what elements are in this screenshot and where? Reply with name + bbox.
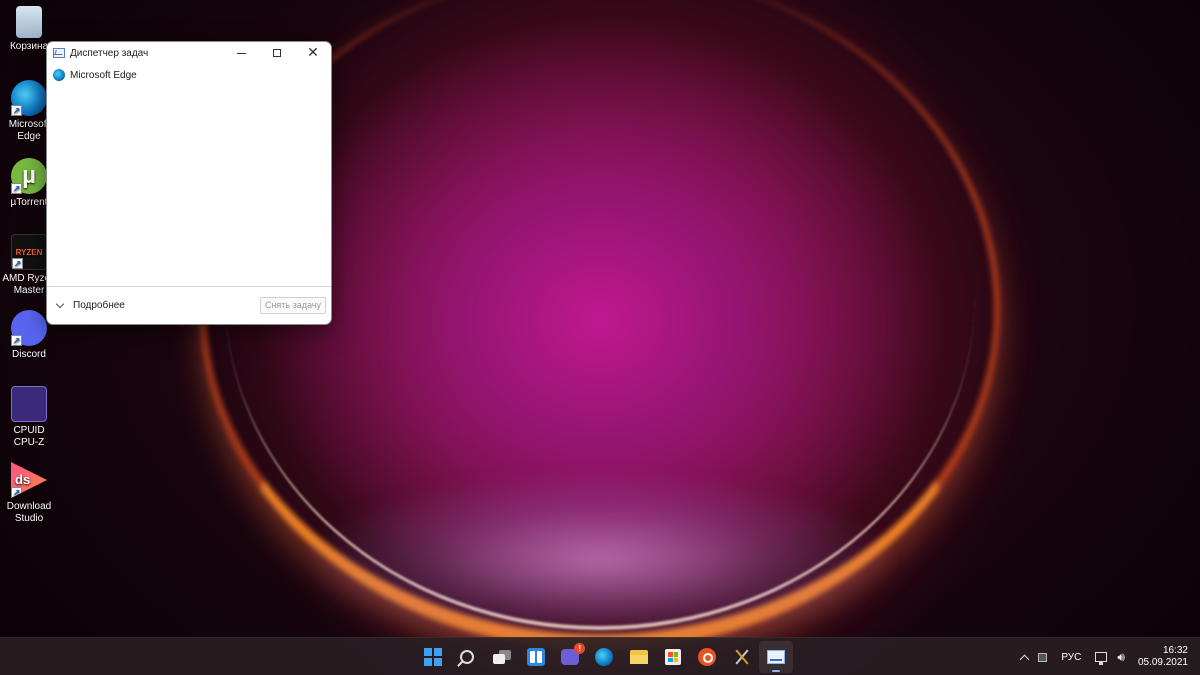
clock-date: 05.09.2021 [1137, 657, 1188, 668]
network-button[interactable] [1090, 641, 1112, 673]
shortcut-arrow-icon: ↗ [11, 183, 22, 194]
close-icon: ✕ [307, 45, 319, 61]
ryzen-master-icon: RYZEN ↗ [11, 234, 47, 270]
language-indicator[interactable]: РУС [1052, 641, 1090, 673]
desktop-icon-cpuz[interactable]: CPUID CPU-Z [0, 386, 58, 449]
shortcut-arrow-icon: ↗ [11, 487, 22, 498]
process-name: Microsoft Edge [70, 69, 137, 81]
task-manager-taskbar-button[interactable] [758, 641, 793, 673]
network-icon [1095, 652, 1108, 665]
widgets-button[interactable] [519, 641, 553, 673]
shortcut-arrow-icon: ↗ [11, 105, 22, 116]
desktop-icon-label: Discord [12, 349, 46, 360]
taskbar: ! РУС 🔊︎ 16:32 05.09.2021 [0, 637, 1200, 675]
task-view-icon [492, 650, 511, 664]
folder-icon [629, 650, 648, 664]
close-button[interactable]: ✕ [295, 42, 331, 64]
start-button[interactable] [416, 641, 450, 673]
maximize-icon [273, 49, 281, 57]
search-icon [460, 650, 475, 664]
system-tray: РУС 🔊︎ 16:32 05.09.2021 [1016, 638, 1200, 675]
download-studio-icon: ds ↗ [11, 462, 47, 498]
window-controls: ✕ [223, 42, 331, 64]
task-view-button[interactable] [485, 641, 519, 673]
search-button[interactable] [450, 641, 484, 673]
minimize-button[interactable] [223, 42, 259, 64]
clock-time: 16:32 [1162, 645, 1188, 656]
window-footer: Подробнее Снять задачу [47, 286, 331, 324]
utorrent-icon: µ ↗ [11, 158, 47, 194]
edge-icon [53, 69, 65, 81]
tray-app-icon [1038, 652, 1048, 662]
desktop-icon-label: CPUID CPU-Z [13, 425, 45, 448]
desktop-icon-label: Download Studio [6, 501, 52, 524]
show-hidden-icons-button[interactable] [1016, 641, 1033, 673]
notification-badge: ! [574, 643, 586, 654]
process-row[interactable]: Microsoft Edge [47, 64, 331, 86]
minimize-icon [236, 52, 246, 54]
more-details-button[interactable]: Подробнее [73, 300, 125, 311]
desktop-icon-download-studio[interactable]: ds ↗ Download Studio [0, 462, 58, 525]
chevron-up-icon [1019, 654, 1030, 664]
window-title: Диспетчер задач [70, 47, 149, 59]
ubuntu-button[interactable] [690, 641, 724, 673]
ubuntu-icon [698, 648, 717, 666]
edge-icon: ↗ [11, 80, 47, 116]
recycle-bin-icon [16, 6, 42, 38]
chevron-down-icon[interactable] [55, 299, 65, 308]
task-manager-icon [53, 48, 65, 58]
tool-button[interactable] [725, 641, 759, 673]
store-icon [665, 649, 682, 665]
end-task-button[interactable]: Снять задачу [259, 297, 326, 314]
tool-icon [733, 648, 751, 666]
shortcut-arrow-icon: ↗ [11, 335, 22, 346]
shortcut-arrow-icon: ↗ [12, 258, 23, 269]
volume-icon: 🔊︎ [1117, 649, 1125, 664]
edge-icon [595, 648, 614, 666]
store-button[interactable] [656, 641, 690, 673]
volume-button[interactable]: 🔊︎ [1112, 641, 1130, 673]
clock-button[interactable]: 16:32 05.09.2021 [1130, 641, 1200, 673]
window-titlebar[interactable]: Диспетчер задач ✕ [47, 42, 331, 64]
taskbar-apps: ! [416, 638, 793, 675]
discord-icon: ↗ [11, 310, 47, 346]
file-explorer-button[interactable] [622, 641, 656, 673]
edge-taskbar-button[interactable] [587, 641, 621, 673]
tray-app-button[interactable] [1033, 641, 1052, 673]
widgets-icon [526, 648, 545, 666]
task-manager-icon [766, 650, 785, 664]
maximize-button[interactable] [259, 42, 295, 64]
task-manager-window: Диспетчер задач ✕ Microsoft Edge Подробн… [46, 41, 332, 325]
chat-button[interactable]: ! [553, 641, 587, 673]
cpuz-icon [11, 386, 47, 422]
windows-logo-icon [424, 648, 442, 666]
wallpaper-glow [300, 470, 900, 650]
process-list: Microsoft Edge [47, 64, 331, 288]
